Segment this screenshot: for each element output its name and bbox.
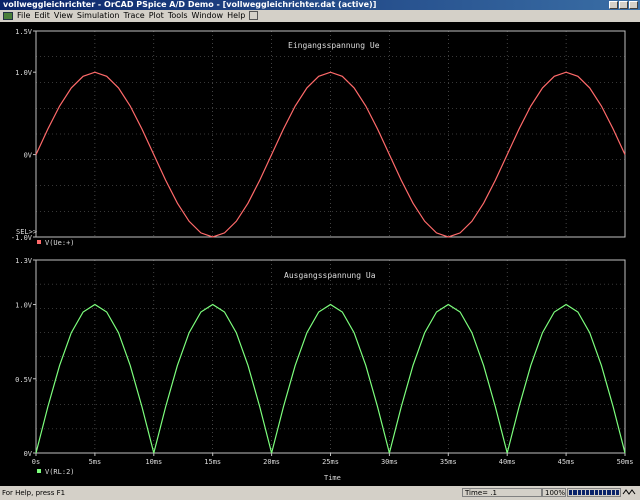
sel-marker: SEL>>: [16, 228, 37, 236]
y-tick-label: 1.0V: [15, 69, 33, 77]
status-time: Time= .1: [462, 488, 542, 497]
x-tick-label: 0s: [32, 458, 40, 466]
x-tick-label: 10ms: [145, 458, 162, 466]
x-tick-label: 15ms: [204, 458, 221, 466]
app-icon[interactable]: [3, 12, 13, 20]
plot1-title: Eingangsspannung Ue: [288, 41, 380, 50]
menu-view[interactable]: View: [52, 10, 75, 22]
x-tick-label: 20ms: [263, 458, 280, 466]
menu-help[interactable]: Help: [225, 10, 247, 22]
y-tick-label: 0V: [24, 152, 33, 160]
tick-labels: -1.0V0V1.0V1.5V0V0.5V1.0V1.3V0s 5ms 10ms 15…: [11, 28, 634, 466]
x-tick-label: 5ms: [89, 458, 102, 466]
x-tick-label: 40ms: [499, 458, 516, 466]
trace2-legend[interactable]: V(RL:2): [45, 468, 75, 476]
menu-bar: File Edit View Simulation Trace Plot Too…: [0, 10, 640, 22]
menu-edit[interactable]: Edit: [32, 10, 52, 22]
menu-window[interactable]: Window: [190, 10, 226, 22]
plot2-title: Ausgangsspannung Ua: [284, 271, 376, 280]
close-button[interactable]: [629, 1, 638, 9]
menu-tools[interactable]: Tools: [166, 10, 190, 22]
menu-trace[interactable]: Trace: [122, 10, 147, 22]
status-bar: For Help, press F1 Time= .1 100%: [0, 486, 640, 500]
probe-plot[interactable]: -1.0V0V1.0V1.5V0V0.5V1.0V1.3V0s 5ms 10ms 15…: [0, 22, 640, 486]
plot-frames: [35, 30, 626, 454]
title-bar: vollweggleichrichter - OrCAD PSpice A/D …: [0, 0, 640, 10]
simulation-progress: [567, 488, 621, 497]
trace1-legend[interactable]: V(Ue:+): [45, 239, 75, 247]
trace-line: [35, 303, 626, 454]
maximize-button[interactable]: [619, 1, 628, 9]
y-tick-label: 0V: [24, 450, 33, 458]
x-tick-label: 45ms: [558, 458, 575, 466]
status-zoom: 100%: [542, 488, 566, 497]
menu-file[interactable]: File: [15, 10, 32, 22]
traces: [35, 71, 626, 454]
x-axis-label: Time: [324, 474, 341, 482]
trace-line: [35, 71, 626, 238]
y-tick-label: 1.3V: [15, 257, 33, 265]
x-tick-label: 50ms: [617, 458, 634, 466]
x-tick-label: 30ms: [381, 458, 398, 466]
y-tick-label: 0.5V: [15, 376, 33, 384]
x-tick-label: 25ms: [322, 458, 339, 466]
window-title: vollweggleichrichter - OrCAD PSpice A/D …: [3, 0, 377, 9]
menu-simulation[interactable]: Simulation: [75, 10, 122, 22]
minimize-button[interactable]: [609, 1, 618, 9]
window-controls: [609, 1, 638, 9]
y-tick-label: 1.0V: [15, 302, 33, 310]
y-tick-label: 1.5V: [15, 28, 33, 36]
status-help-text: For Help, press F1: [2, 489, 66, 497]
trace1-legend-swatch: [37, 240, 41, 244]
trace2-legend-swatch: [37, 469, 41, 473]
plot-area[interactable]: -1.0V 0V 1.0V 1.5V 0V 0.5V 1.0V 1.3V 0s 5ms 10ms 15…: [0, 22, 640, 486]
mdi-window-icon[interactable]: [249, 11, 259, 20]
x-tick-label: 35ms: [440, 458, 457, 466]
grid: [35, 31, 626, 453]
waveform-icon: [622, 489, 636, 495]
menu-plot[interactable]: Plot: [147, 10, 166, 22]
